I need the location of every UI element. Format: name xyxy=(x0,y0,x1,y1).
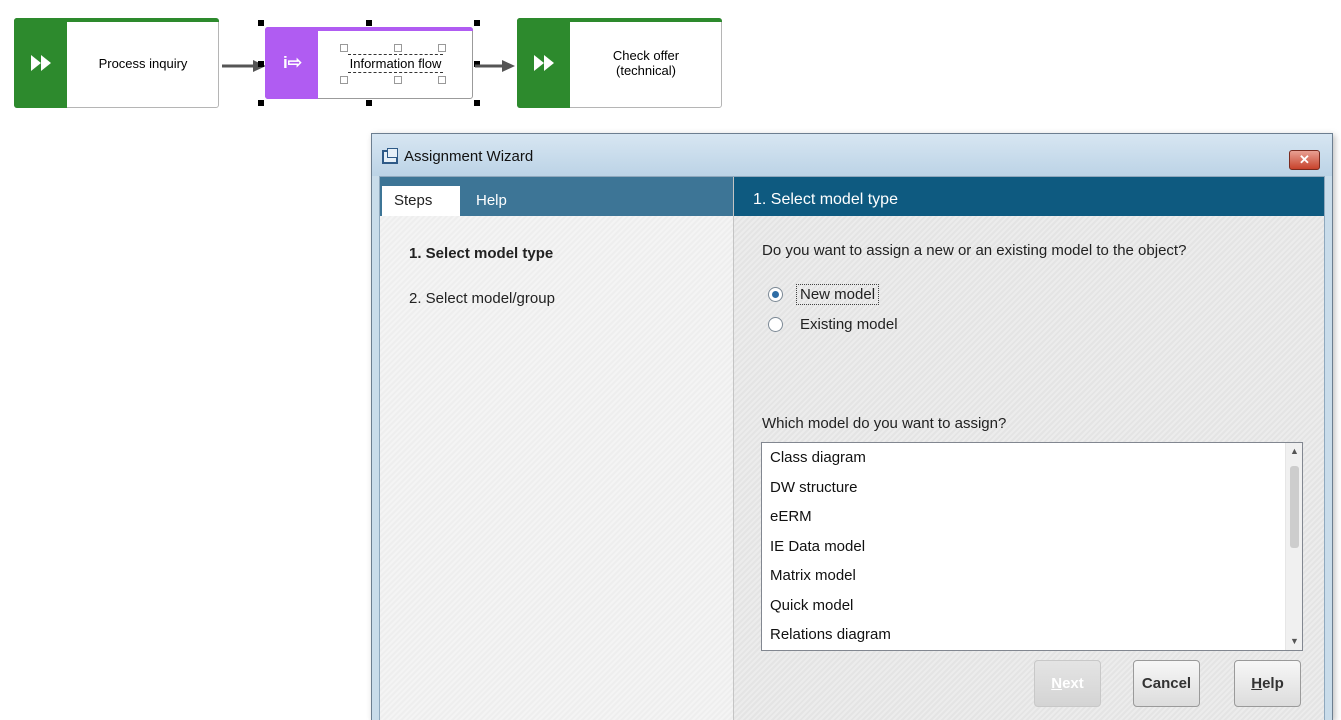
selection-handle[interactable] xyxy=(258,100,264,106)
list-item[interactable]: eERM xyxy=(762,502,1302,532)
help-button[interactable]: Help xyxy=(1234,660,1301,707)
dialog-title: Assignment Wizard xyxy=(404,148,534,165)
existing-model-label[interactable]: Existing model xyxy=(800,316,898,333)
radio-existing-model[interactable] xyxy=(768,317,783,332)
close-button[interactable]: ✕ xyxy=(1289,150,1320,170)
list-item[interactable]: Class diagram xyxy=(762,443,1302,473)
assignment-wizard-dialog: Assignment Wizard ✕ Steps Help 1. Select… xyxy=(371,133,1333,720)
selection-handle[interactable] xyxy=(258,20,264,26)
connector-arrow xyxy=(475,60,515,72)
existing-model-option[interactable]: Existing model xyxy=(768,316,898,333)
panel-header: 1. Select model type xyxy=(734,177,1324,216)
window-icon xyxy=(382,148,398,164)
new-model-option[interactable]: New model xyxy=(768,284,880,305)
check-offer-node[interactable]: Check offer (technical) xyxy=(517,18,722,108)
dialog-titlebar[interactable]: Assignment Wizard ✕ xyxy=(372,134,1332,176)
cancel-button[interactable]: Cancel xyxy=(1133,660,1200,707)
step-select-model-group[interactable]: 2. Select model/group xyxy=(409,290,555,335)
list-item[interactable]: Matrix model xyxy=(762,561,1302,591)
selection-handle[interactable] xyxy=(366,20,372,26)
list-item[interactable]: DW structure xyxy=(762,473,1302,503)
content-pane: 1. Select model type Do you want to assi… xyxy=(734,177,1324,720)
scroll-up-icon[interactable]: ▲ xyxy=(1286,443,1302,460)
list-item[interactable]: IE Data model xyxy=(762,532,1302,562)
list-label: Which model do you want to assign? xyxy=(762,415,1007,432)
selection-handle[interactable] xyxy=(366,100,372,106)
steps-pane: Steps Help 1. Select model type 2. Selec… xyxy=(380,177,734,720)
radio-new-model[interactable] xyxy=(768,287,783,302)
tab-bar: Steps Help xyxy=(380,177,733,216)
question-text: Do you want to assign a new or an existi… xyxy=(762,242,1187,259)
model-type-list[interactable]: Class diagram DW structure eERM IE Data mod… xyxy=(761,442,1303,651)
tab-steps[interactable]: Steps xyxy=(382,186,460,216)
fast-forward-icon xyxy=(15,19,68,107)
node-label: Process inquiry xyxy=(98,55,188,71)
selection-handle[interactable] xyxy=(258,61,264,67)
new-model-label[interactable]: New model xyxy=(796,284,880,305)
selection-handle[interactable] xyxy=(474,100,480,106)
process-inquiry-node[interactable]: Process inquiry xyxy=(14,18,219,108)
scroll-down-icon[interactable]: ▼ xyxy=(1286,633,1302,650)
tab-help[interactable]: Help xyxy=(464,186,519,216)
node-label: Information flow xyxy=(347,53,444,73)
step-select-model-type[interactable]: 1. Select model type xyxy=(409,245,555,290)
node-label: Check offer (technical) xyxy=(612,48,680,78)
scroll-thumb[interactable] xyxy=(1290,466,1299,548)
steps-list: 1. Select model type 2. Select model/gro… xyxy=(409,245,555,335)
selection-handle[interactable] xyxy=(474,20,480,26)
information-flow-node[interactable]: i⇨ Information flow xyxy=(265,27,473,99)
list-item[interactable]: Quick model xyxy=(762,591,1302,621)
next-button[interactable]: Next xyxy=(1034,660,1101,707)
list-scrollbar[interactable]: ▲ ▼ xyxy=(1285,443,1302,650)
list-item[interactable]: Relations diagram xyxy=(762,620,1302,650)
fast-forward-icon xyxy=(518,19,571,107)
info-flow-icon: i⇨ xyxy=(283,53,302,72)
